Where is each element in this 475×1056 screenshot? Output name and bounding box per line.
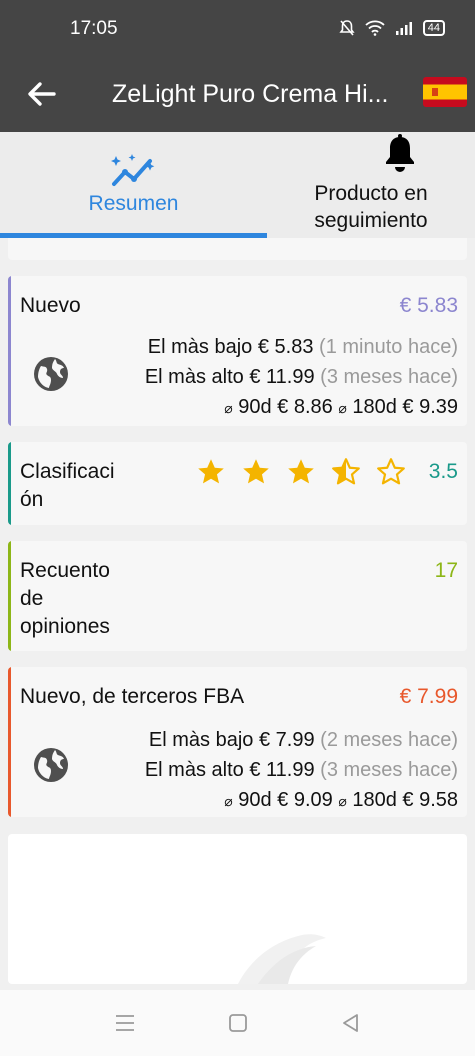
product-image: [238, 934, 326, 984]
star-half-icon: [332, 458, 360, 485]
bell-icon: [386, 134, 414, 172]
partial-card: [8, 238, 467, 260]
card-rating[interactable]: Clasificaci ón 3.5: [8, 442, 467, 525]
card-value: € 5.83: [399, 294, 458, 317]
highest-price-row: El màs alto € 11.99 (3 meses hace): [144, 759, 458, 781]
tab-producto-seguimiento[interactable]: Producto en seguimiento: [267, 132, 475, 238]
back-icon[interactable]: [339, 1011, 363, 1035]
average-price-row: ⌀ 90d € 9.09 ⌀ 180d € 9.58: [224, 789, 458, 811]
card-title: Nuevo, de terceros FBA: [20, 685, 245, 708]
star-empty-icon: [377, 458, 405, 485]
lowest-price-row: El màs bajo € 7.99 (2 meses hace): [148, 729, 458, 751]
highest-price-row: El màs alto € 11.99 (3 meses hace): [144, 366, 458, 388]
bell-muted-icon: [339, 20, 355, 36]
average-price-row: ⌀ 90d € 8.86 ⌀ 180d € 9.39: [224, 396, 458, 418]
star-full-icon: [288, 459, 314, 484]
menu-icon[interactable]: [113, 1011, 137, 1035]
star-full-icon: [198, 459, 224, 484]
review-count-value: 17: [434, 559, 458, 582]
product-image-card[interactable]: [8, 834, 467, 984]
star-full-icon: [243, 459, 269, 484]
card-accent-bar: [8, 442, 11, 525]
card-review-count[interactable]: Recuento de opiniones 17: [8, 541, 467, 651]
rating-stars: [196, 458, 406, 486]
card-new-fba[interactable]: Nuevo, de terceros FBA € 7.99 El màs baj…: [8, 667, 467, 817]
page-title: ZeLight Puro Crema Hi...: [112, 80, 389, 108]
battery-icon: 44: [422, 20, 445, 36]
status-time: 17:05: [70, 18, 118, 39]
system-nav-bar: [0, 990, 475, 1056]
tab-bar: Resumen Producto en seguimiento: [0, 132, 475, 238]
tab-resumen[interactable]: Resumen: [0, 132, 267, 238]
tab-resumen-label: Resumen: [88, 192, 179, 215]
signal-icon: [395, 22, 412, 35]
status-bar: 17:05 44: [0, 0, 475, 60]
rating-value: 3.5: [428, 460, 458, 483]
card-title: Clasificaci ón: [20, 460, 115, 511]
card-value: € 7.99: [399, 685, 458, 708]
card-nuevo[interactable]: Nuevo € 5.83 El màs bajo € 5.83 (1 minut…: [8, 276, 467, 426]
trend-sparkle-icon: [111, 154, 155, 186]
tab-producto-label: Producto en seguimiento: [314, 182, 428, 232]
back-arrow-icon[interactable]: [24, 76, 60, 112]
spain-flag-icon[interactable]: [423, 77, 467, 107]
card-accent-bar: [8, 541, 11, 651]
status-icons: 44: [339, 19, 445, 37]
card-title: Recuento de opiniones: [20, 559, 110, 638]
home-icon[interactable]: [226, 1011, 250, 1035]
card-accent-bar: [8, 276, 11, 426]
card-title: Nuevo: [20, 294, 81, 317]
wifi-icon: [365, 20, 385, 36]
card-accent-bar: [8, 667, 11, 817]
globe-icon[interactable]: [33, 747, 69, 783]
lowest-price-row: El màs bajo € 5.83 (1 minuto hace): [147, 336, 458, 358]
app-bar: ZeLight Puro Crema Hi...: [0, 60, 475, 132]
globe-icon[interactable]: [33, 356, 69, 392]
